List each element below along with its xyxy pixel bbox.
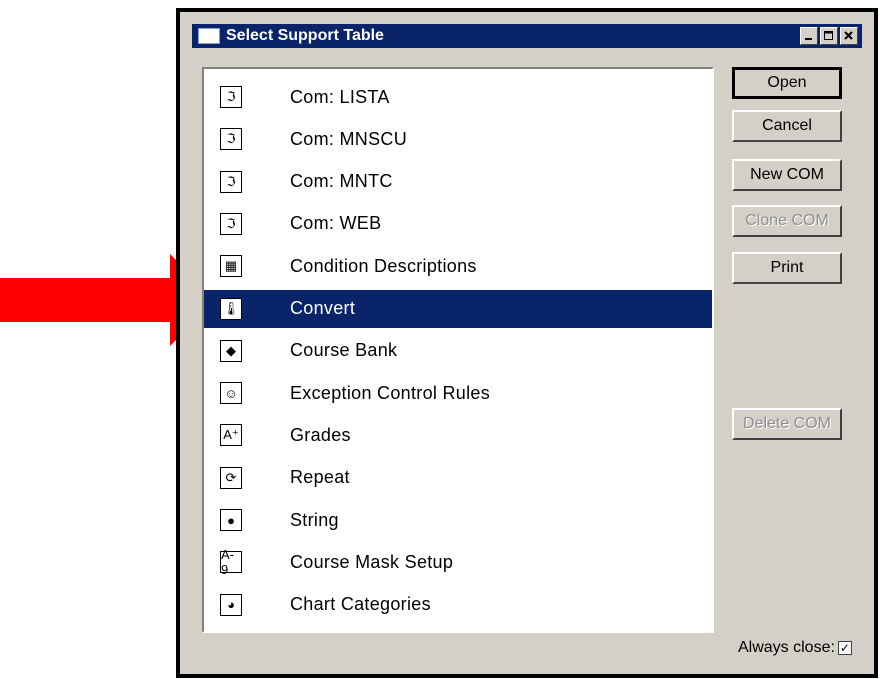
list-item-label: Exception Control Rules [290, 382, 490, 403]
list-item[interactable]: ℑ Com: WEB [204, 205, 712, 243]
always-close-label: Always close: [738, 639, 835, 656]
checkmark-icon: ✓ [839, 641, 850, 655]
list-item[interactable]: ℑ Com: MNTC [204, 163, 712, 201]
open-button[interactable]: Open [732, 67, 842, 99]
list-item-label: Grades [290, 424, 351, 445]
list-item-label: String [290, 509, 339, 530]
com-document-icon: ℑ [220, 86, 242, 108]
mask-a9-icon: A-9 [220, 547, 242, 577]
list-item[interactable]: A⁺ Grades [204, 416, 712, 454]
com-document-icon: ℑ [220, 170, 242, 193]
always-close-checkbox[interactable]: ✓ [837, 641, 852, 655]
minimize-icon [805, 38, 812, 40]
grade-a-plus-icon: A⁺ [220, 424, 242, 447]
delete-com-button: Delete COM [732, 408, 842, 440]
list-item[interactable]: ● String [204, 501, 712, 539]
support-table-list[interactable]: ℑ Com: LISTA ℑ Com: MNSCU ℑ Com: MNTC ℑ Com: WE… [202, 67, 714, 633]
yarn-ball-icon: ● [220, 509, 242, 531]
list-item[interactable]: ◆ Course Bank [204, 332, 712, 370]
print-button[interactable]: Print [732, 252, 842, 284]
smiley-icon: ☺ [220, 382, 242, 405]
dialog-body: Select Support Table ℑ Com: LISTA ℑ Com: MN… [180, 12, 874, 674]
clone-com-button: Clone COM [732, 205, 842, 237]
list-item-label: Course Mask Setup [290, 551, 454, 572]
books-icon: ◆ [220, 339, 242, 362]
thermometer-convert-icon: 🌡 [220, 297, 242, 320]
select-support-table-dialog: Select Support Table ℑ Com: LISTA ℑ Com: MN… [176, 8, 878, 678]
list-item-label: Com: WEB [290, 213, 382, 234]
repeat-arrows-icon: ⟳ [220, 466, 242, 489]
list-item[interactable]: A-9 Course Mask Setup [204, 543, 712, 581]
close-icon [844, 31, 853, 40]
list-item[interactable]: ℑ Com: LISTA [204, 78, 712, 116]
window-icon [198, 28, 220, 44]
list-item-label: Com: MNSCU [290, 128, 408, 149]
com-document-icon: ℑ [220, 128, 242, 151]
window-title: Select Support Table [226, 27, 384, 44]
list-item-label: Convert [290, 298, 356, 318]
pie-chart-icon: ◕ [220, 593, 242, 616]
title-bar: Select Support Table [192, 24, 862, 48]
list-item[interactable]: ⟳ Repeat [204, 459, 712, 497]
always-close-option[interactable]: Always close: ✓ [738, 639, 852, 657]
minimize-button[interactable] [800, 27, 818, 45]
list-item[interactable]: 🌡 Convert [204, 289, 712, 328]
close-window-button[interactable] [840, 27, 858, 45]
list-item[interactable]: ℑ Com: MNSCU [204, 120, 712, 158]
list-item-label: Com: MNTC [290, 171, 393, 192]
maximize-icon [824, 31, 833, 40]
new-com-button[interactable]: New COM [732, 159, 842, 191]
list-item[interactable]: ☺ Exception Control Rules [204, 374, 712, 412]
maximize-button[interactable] [820, 27, 838, 45]
list-item-label: Repeat [290, 467, 350, 488]
condition-grid-icon: ▦ [220, 255, 242, 278]
com-document-icon: ℑ [220, 212, 242, 235]
list-item-label: Chart Categories [290, 594, 431, 615]
list-item-label: Condition Descriptions [290, 255, 477, 276]
cancel-button[interactable]: Cancel [732, 110, 842, 142]
list-item[interactable]: ▦ Condition Descriptions [204, 247, 712, 285]
list-item-label: Course Bank [290, 340, 398, 361]
list-item-label: Com: LISTA [290, 86, 390, 107]
list-item[interactable]: ◕ Chart Categories [204, 586, 712, 624]
